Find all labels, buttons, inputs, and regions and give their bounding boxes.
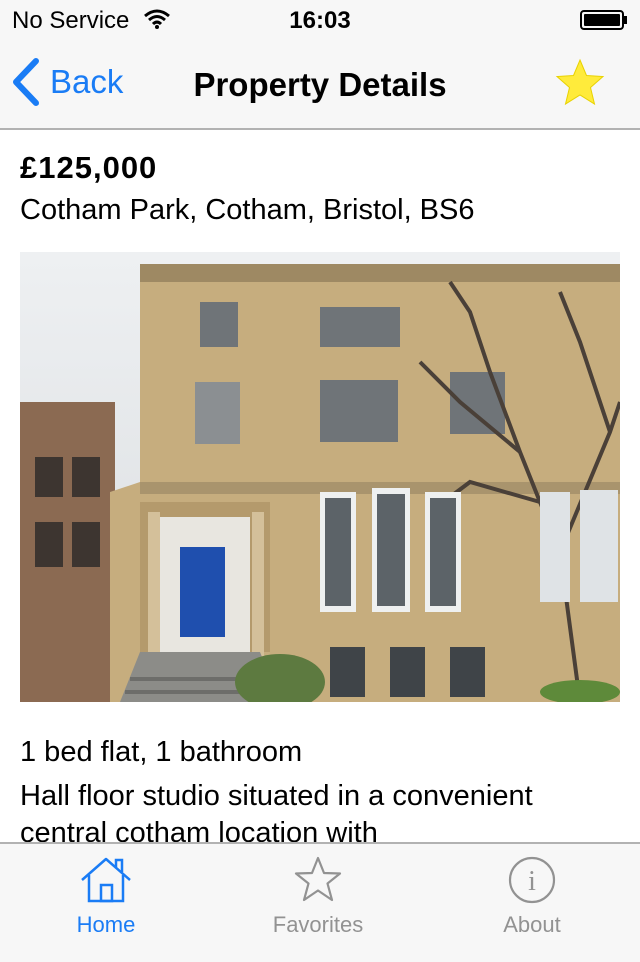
tab-bar: Home Favorites i About: [0, 842, 640, 962]
property-photo: [20, 252, 620, 702]
battery-icon: [580, 10, 627, 30]
tab-about[interactable]: i About: [452, 856, 612, 956]
favorite-star-icon[interactable]: [554, 58, 606, 108]
tab-home-label: Home: [76, 912, 136, 937]
house-icon: [81, 857, 131, 903]
tab-favorites[interactable]: Favorites: [238, 856, 398, 956]
property-price: £125,000: [20, 150, 158, 185]
status-bar: No Service 16:03: [0, 0, 640, 40]
star-outline-icon: [294, 856, 342, 902]
tab-about-label: About: [503, 912, 561, 937]
svg-text:i: i: [528, 866, 536, 897]
back-chevron-icon: [13, 58, 39, 106]
tab-home[interactable]: Home: [26, 856, 186, 956]
carrier-label: No Service: [12, 7, 130, 34]
navigation-bar: Back Property Details: [0, 40, 640, 130]
back-label: Back: [50, 63, 124, 100]
property-address: Cotham Park, Cotham, Bristol, BS6: [20, 194, 475, 226]
property-description: Hall floor studio situated in a convenie…: [20, 780, 533, 842]
property-summary: 1 bed flat, 1 bathroom: [20, 736, 303, 768]
tab-favorites-label: Favorites: [272, 912, 364, 937]
property-details-content[interactable]: £125,000 Cotham Park, Cotham, Bristol, B…: [0, 130, 640, 842]
wifi-icon: [144, 9, 170, 29]
back-button[interactable]: Back: [10, 56, 123, 108]
info-icon: i: [508, 856, 556, 904]
